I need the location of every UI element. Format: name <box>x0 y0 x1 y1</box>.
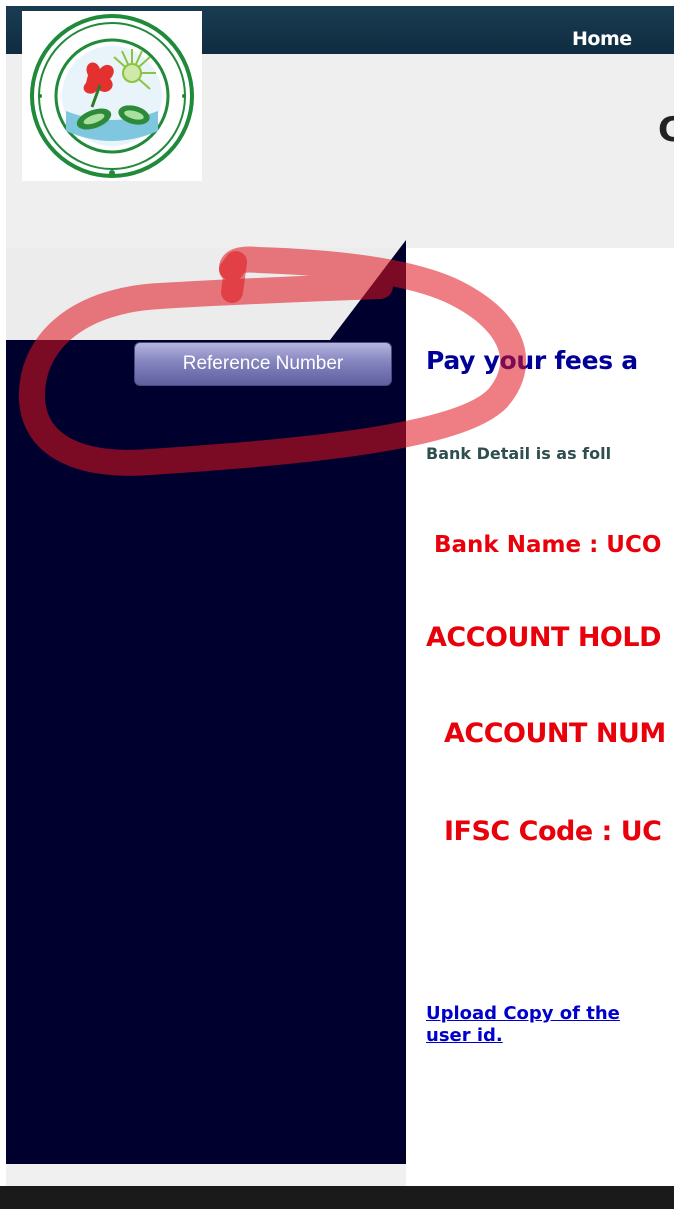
college-logo[interactable] <box>22 11 202 181</box>
upload-copy-link[interactable]: Upload Copy of the user id. <box>426 1003 674 1047</box>
nav-home-link[interactable]: Home <box>572 28 632 50</box>
footer-bar <box>0 1186 674 1209</box>
upload-link-line-2: user id. <box>426 1025 503 1046</box>
main-content: Pay your fees a Bank Detail is as foll B… <box>406 248 674 1186</box>
page-title: C <box>658 110 674 150</box>
pay-fees-heading: Pay your fees a <box>426 346 638 375</box>
upload-link-line-1: Upload Copy of the <box>426 1003 620 1024</box>
college-seal-logo-icon <box>30 14 194 178</box>
ifsc-code-line: IFSC Code : UC <box>444 816 662 847</box>
reference-number-button[interactable]: Reference Number <box>134 342 392 386</box>
bank-name-line: Bank Name : UCO <box>434 532 662 558</box>
account-holder-line: ACCOUNT HOLD <box>426 622 661 653</box>
sidebar-bottom-band <box>6 1164 406 1186</box>
page: Home C Reference Number Pay your fees a … <box>0 0 674 1209</box>
bank-detail-intro: Bank Detail is as foll <box>426 444 612 463</box>
sidebar-corner-shape <box>330 240 406 350</box>
sidebar <box>6 340 406 1170</box>
account-number-line: ACCOUNT NUM <box>444 718 666 749</box>
